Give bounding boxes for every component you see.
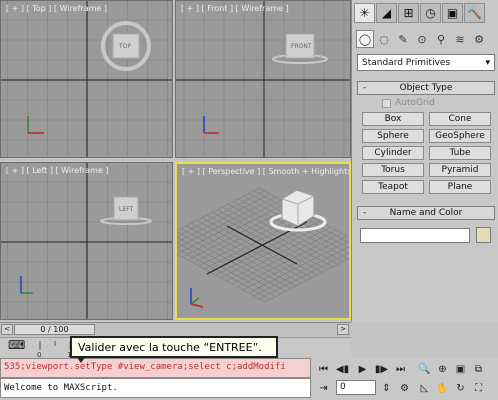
perspective-grid xyxy=(177,187,349,308)
display-tab-icon[interactable]: ▣ xyxy=(442,3,463,23)
maxscript-output[interactable]: Welcome to MAXScript. xyxy=(0,378,311,398)
modify-tab-icon[interactable]: ◢ xyxy=(376,3,397,23)
maxscript-listener-icon[interactable]: ⌨ xyxy=(8,338,26,354)
front-grid xyxy=(176,1,350,157)
create-tab-icon[interactable]: ✳ xyxy=(354,3,375,23)
spacewarps-icon[interactable]: ≋ xyxy=(451,30,469,48)
object-type-rollout-header[interactable]: - Object Type xyxy=(357,81,495,95)
helpers-icon[interactable]: ⚲ xyxy=(432,30,450,48)
tooltip-tail xyxy=(76,356,86,363)
utilities-tab-icon[interactable]: 🔨 xyxy=(464,3,485,23)
primitive-button-pyramid[interactable]: Pyramid xyxy=(429,163,491,177)
playback-controls: ⏮ ◀▮ ▶ ▮▶ ⏭ 🔍 ⊕ ▣ ⧉ ⇥ 0 ⇕ ⚙ ◺ ✋ ↻ ⛶ xyxy=(312,358,498,400)
primitive-button-geosphere[interactable]: GeoSphere xyxy=(429,129,491,143)
maximize-viewport-icon[interactable]: ⛶ xyxy=(470,380,487,396)
previous-frame-icon[interactable]: ◀▮ xyxy=(334,361,351,377)
viewport-label-front[interactable]: [ + ] [ Front ] [ Wireframe ] xyxy=(181,4,289,13)
primitive-button-box[interactable]: Box xyxy=(362,112,424,126)
primitive-button-sphere[interactable]: Sphere xyxy=(362,129,424,143)
rollout-collapse-icon: - xyxy=(363,83,367,93)
key-mode-icon[interactable]: ⇥ xyxy=(315,380,332,396)
lights-icon[interactable]: ✎ xyxy=(394,30,412,48)
time-slider-next[interactable]: > xyxy=(337,324,349,335)
shapes-icon[interactable]: ◌ xyxy=(375,30,393,48)
orbit-icon[interactable]: ↻ xyxy=(452,380,469,396)
viewcube-label-top: TOP xyxy=(119,43,132,50)
object-color-swatch[interactable] xyxy=(476,227,491,243)
primitive-button-cone[interactable]: Cone xyxy=(429,112,491,126)
go-to-end-icon[interactable]: ⏭ xyxy=(392,361,409,377)
chevron-down-icon: ▾ xyxy=(485,57,490,68)
autogrid-checkbox-box[interactable] xyxy=(382,98,391,108)
viewport-left[interactable]: [ + ] [ Left ] [ Wireframe ] LEFT xyxy=(0,162,173,320)
cameras-icon[interactable]: ⊙ xyxy=(413,30,431,48)
go-to-start-icon[interactable]: ⏮ xyxy=(315,361,332,377)
zoom-extents-all-icon[interactable]: ⧉ xyxy=(470,361,487,377)
category-dropdown-value: Standard Primitives xyxy=(362,57,451,68)
time-config-icon[interactable]: ⚙ xyxy=(396,380,413,396)
motion-tab-icon[interactable]: ◷ xyxy=(420,3,441,23)
rollout-collapse-icon: - xyxy=(363,208,367,218)
primitive-button-teapot[interactable]: Teapot xyxy=(362,180,424,194)
primitive-button-cylinder[interactable]: Cylinder xyxy=(362,146,424,160)
time-slider-prev[interactable]: < xyxy=(1,324,13,335)
autogrid-label: AutoGrid xyxy=(395,98,435,108)
zoom-all-icon[interactable]: ⊕ xyxy=(434,361,451,377)
viewport-label-top[interactable]: [ + ] [ Top ] [ Wireframe ] xyxy=(6,4,107,13)
viewport-perspective[interactable]: [ + ] [ Perspective ] [ Smooth + Highlig… xyxy=(175,162,351,320)
primitive-button-tube[interactable]: Tube xyxy=(429,146,491,160)
hierarchy-tab-icon[interactable]: ⊞ xyxy=(398,3,419,23)
geometry-icon[interactable]: ◯ xyxy=(356,30,374,48)
command-panel-tabs: ✳ ◢ ⊞ ◷ ▣ 🔨 xyxy=(352,0,498,26)
primitive-button-torus[interactable]: Torus xyxy=(362,163,424,177)
category-dropdown[interactable]: Standard Primitives ▾ xyxy=(357,54,495,71)
viewport-front[interactable]: [ + ] [ Front ] [ Wireframe ] FRONT xyxy=(175,0,351,158)
primitive-button-plane[interactable]: Plane xyxy=(429,180,491,194)
viewport-label-perspective[interactable]: [ + ] [ Perspective ] [ Smooth + Highlig… xyxy=(182,167,349,176)
top-grid xyxy=(1,1,172,157)
object-type-title: Object Type xyxy=(399,83,453,93)
time-slider-thumb[interactable]: 0 / 100 xyxy=(14,324,95,335)
left-grid xyxy=(1,163,172,319)
play-icon[interactable]: ▶ xyxy=(354,361,371,377)
viewport-top[interactable]: [ + ] [ Top ] [ Wireframe ] TOP xyxy=(0,0,173,158)
create-category-tabs: ◯ ◌ ✎ ⊙ ⚲ ≋ ⚙ xyxy=(356,30,488,50)
viewcube-label-front: FRONT xyxy=(291,43,312,50)
viewcube-label-left: LEFT xyxy=(119,206,134,213)
zoom-icon[interactable]: 🔍 xyxy=(416,361,433,377)
command-panel: ✳ ◢ ⊞ ◷ ▣ 🔨 ◯ ◌ ✎ ⊙ ⚲ ≋ ⚙ Standard Primitives ▾ - O… xyxy=(351,0,498,322)
frame-spinner-icon[interactable]: ⇕ xyxy=(378,380,395,396)
pan-icon[interactable]: ✋ xyxy=(434,380,451,396)
object-name-field[interactable] xyxy=(360,228,470,243)
track-tick-label: 0 xyxy=(37,351,41,358)
name-color-title: Name and Color xyxy=(389,208,463,218)
field-of-view-icon[interactable]: ◺ xyxy=(416,380,433,396)
y-axis-gizmo xyxy=(190,297,200,305)
name-color-rollout-header[interactable]: - Name and Color xyxy=(357,206,495,220)
next-frame-icon[interactable]: ▮▶ xyxy=(373,361,390,377)
zoom-extents-icon[interactable]: ▣ xyxy=(452,361,469,377)
tooltip: Valider avec la touche “ENTREE”. xyxy=(70,336,278,358)
maxscript-input[interactable]: 535;viewport.setType #view_camera;select… xyxy=(0,358,311,378)
viewport-label-left[interactable]: [ + ] [ Left ] [ Wireframe ] xyxy=(6,166,109,175)
current-frame-field[interactable]: 0 xyxy=(336,380,376,395)
x-axis-gizmo xyxy=(190,303,204,308)
autogrid-checkbox[interactable]: AutoGrid xyxy=(382,98,435,108)
systems-icon[interactable]: ⚙ xyxy=(470,30,488,48)
time-slider[interactable]: < 0 / 100 > xyxy=(0,322,351,336)
